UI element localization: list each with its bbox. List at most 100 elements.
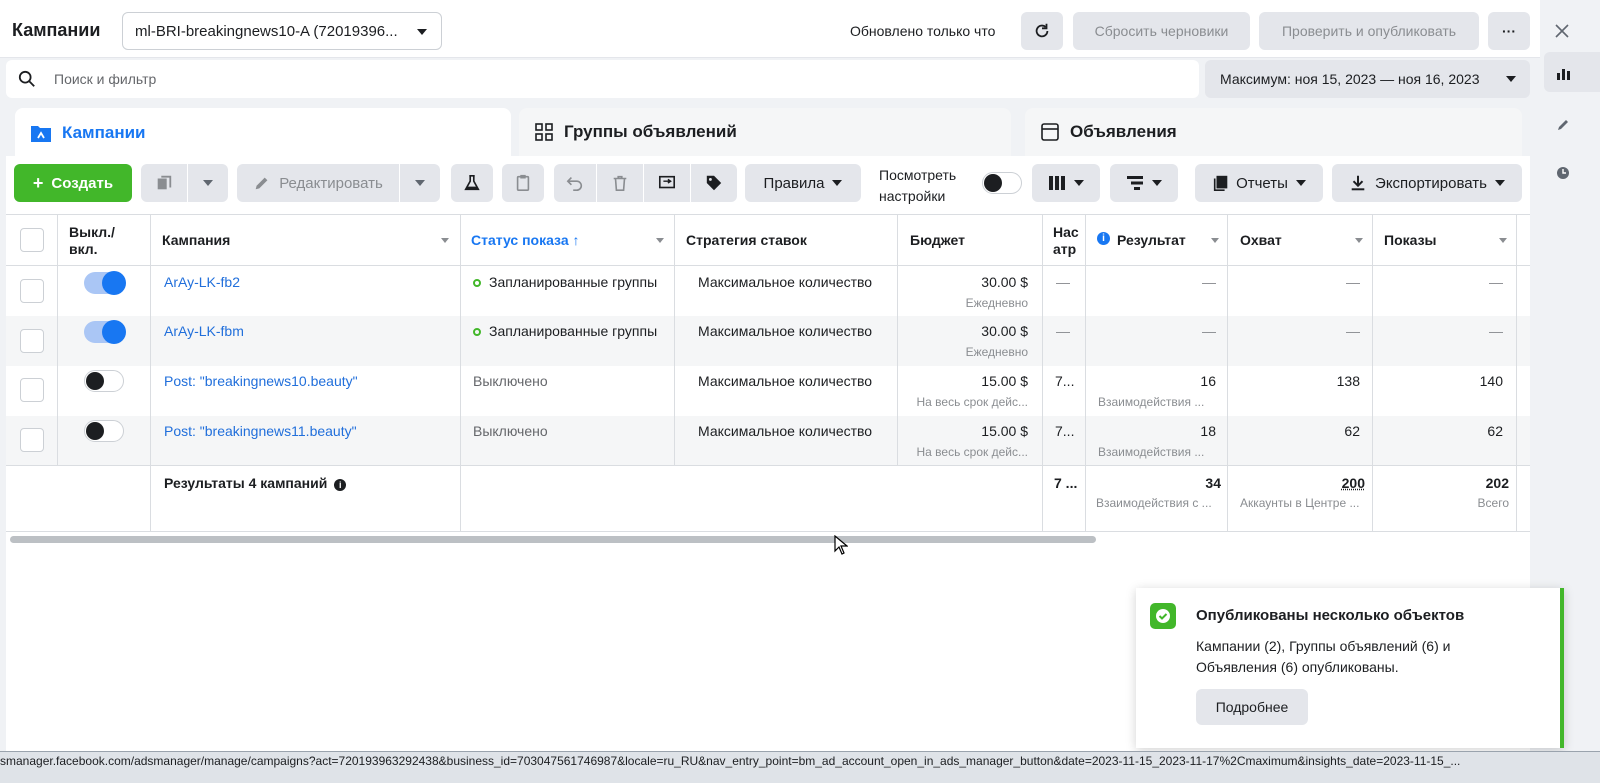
toggle-knob <box>102 320 126 344</box>
undo-icon <box>566 177 583 192</box>
close-icon[interactable] <box>1555 24 1569 38</box>
result-sub: Взаимодействия ... <box>1098 445 1205 459</box>
duplicate-menu-button[interactable] <box>188 164 228 202</box>
campaign-name-link[interactable]: Post: "breakingnews10.beauty" <box>164 373 358 389</box>
totals-attr: 7 ... <box>1054 475 1078 491</box>
budget-cell: 30.00 $ <box>981 323 1028 339</box>
create-label: Создать <box>51 174 114 192</box>
date-range-button[interactable]: Максимум: ноя 15, 2023 — ноя 16, 2023 <box>1205 60 1530 98</box>
more-button[interactable]: ··· <box>1488 12 1530 50</box>
details-button[interactable]: Подробнее <box>1196 689 1308 725</box>
col-status-header[interactable]: Статус показа ↑ <box>471 232 580 248</box>
row-checkbox[interactable] <box>20 378 44 402</box>
columns-button[interactable] <box>1032 164 1100 202</box>
row-toggle[interactable] <box>84 420 124 442</box>
reach-cell: 138 <box>1336 373 1360 389</box>
impressions-cell: — <box>1489 323 1503 339</box>
ab-test-button[interactable] <box>451 164 493 202</box>
status-dot-icon <box>473 328 481 337</box>
pencil-icon[interactable] <box>1556 118 1570 132</box>
create-button[interactable]: + Создать <box>14 164 132 202</box>
row-toggle[interactable] <box>84 320 126 344</box>
budget-cell: 15.00 $ <box>981 423 1028 439</box>
tab-ad-sets[interactable]: Группы объявлений <box>519 108 1011 156</box>
col-attribution-header[interactable]: Нас атр <box>1053 224 1079 258</box>
col-attr-line-1: Нас <box>1053 224 1079 240</box>
budget-cell: 30.00 $ <box>981 274 1028 290</box>
breakdown-button[interactable] <box>1110 164 1178 202</box>
chevron-down-icon <box>1506 76 1516 82</box>
totals-reach-sub: Аккаунты в Центре ... <box>1240 496 1360 510</box>
view-settings-line-1: Посмотреть <box>879 167 957 183</box>
reset-drafts-button[interactable]: Сбросить черновики <box>1073 12 1250 50</box>
divider <box>1372 214 1373 532</box>
edit-button[interactable]: Редактировать <box>237 164 399 202</box>
clock-icon[interactable] <box>1556 166 1570 180</box>
totals-result-sub: Взаимодействия с ... <box>1096 496 1212 510</box>
row-checkbox[interactable] <box>20 279 44 303</box>
budget-sub: На весь срок дейс... <box>916 395 1029 409</box>
attr-cell: — <box>1056 323 1070 339</box>
campaign-name-link[interactable]: ArAy-LK-fb2 <box>164 274 240 290</box>
info-icon[interactable]: i <box>334 479 347 491</box>
undo-button[interactable] <box>554 164 596 202</box>
chart-panel-button[interactable] <box>1544 52 1600 92</box>
reports-button[interactable]: Отчеты <box>1195 164 1323 202</box>
info-icon[interactable]: i <box>1097 232 1110 245</box>
mouse-cursor-icon <box>834 535 848 555</box>
divider <box>460 214 461 532</box>
rules-button[interactable]: Правила <box>745 164 861 202</box>
row-toggle[interactable] <box>84 370 124 392</box>
delete-button[interactable] <box>597 164 643 202</box>
search-input[interactable]: Поиск и фильтр <box>6 60 1199 98</box>
col-toggle-header[interactable]: Выкл./ вкл. <box>69 224 115 258</box>
account-select[interactable]: ml-BRI-breakingnews10-A (72019396... <box>122 12 442 50</box>
duplicate-button[interactable] <box>141 164 187 202</box>
search-icon <box>18 70 35 87</box>
result-cell: — <box>1202 274 1216 290</box>
col-impressions-header[interactable]: Показы <box>1384 232 1437 248</box>
clipboard-icon <box>516 174 530 192</box>
compare-button[interactable] <box>644 164 690 202</box>
divider <box>674 214 675 466</box>
pencil-icon <box>255 177 268 190</box>
edit-menu-button[interactable] <box>400 164 440 202</box>
chevron-down-icon <box>656 238 664 243</box>
col-result-header[interactable]: Результат <box>1117 232 1186 248</box>
row-checkbox[interactable] <box>20 329 44 353</box>
reach-cell: — <box>1346 323 1360 339</box>
row-toggle[interactable] <box>84 271 126 295</box>
tag-button[interactable] <box>691 164 737 202</box>
status-dot-icon <box>473 279 481 288</box>
campaign-name-link[interactable]: ArAy-LK-fbm <box>164 323 244 339</box>
tab-ads[interactable]: Объявления <box>1025 108 1522 156</box>
chevron-down-icon <box>203 180 213 186</box>
col-reach-header[interactable]: Охват <box>1240 232 1282 248</box>
campaign-name-link[interactable]: Post: "breakingnews11.beauty" <box>164 423 357 439</box>
flask-icon <box>464 174 480 191</box>
folder-icon <box>31 126 51 142</box>
divider <box>1085 214 1086 532</box>
totals-reach[interactable]: 200 <box>1230 475 1365 491</box>
col-campaign-header[interactable]: Кампания <box>162 232 230 248</box>
export-button[interactable]: Экспортировать <box>1332 164 1522 202</box>
chevron-down-icon <box>1499 238 1507 243</box>
select-all-checkbox[interactable] <box>20 228 44 252</box>
tab-campaigns[interactable]: Кампании <box>15 108 511 158</box>
bid-cell: Максимальное количество <box>698 274 873 290</box>
col-budget-header[interactable]: Бюджет <box>910 232 965 248</box>
horizontal-scrollbar[interactable] <box>10 536 1096 543</box>
row-checkbox[interactable] <box>20 428 44 452</box>
attr-cell: 7... <box>1055 423 1075 439</box>
review-publish-button[interactable]: Проверить и опубликовать <box>1259 12 1479 50</box>
publish-notification: Опубликованы несколько объектов Кампании… <box>1136 588 1564 748</box>
reach-cell: — <box>1346 274 1360 290</box>
clipboard-button[interactable] <box>502 164 544 202</box>
tab-ad-sets-label: Группы объявлений <box>564 122 737 141</box>
view-settings-toggle[interactable] <box>982 172 1022 194</box>
col-bid-header[interactable]: Стратегия ставок <box>686 232 807 248</box>
top-bar: Кампании ml-BRI-breakingnews10-A (720193… <box>0 0 1540 58</box>
view-settings-line-2: настройки <box>879 188 946 204</box>
edit-label: Редактировать <box>279 174 383 192</box>
refresh-button[interactable] <box>1021 12 1063 50</box>
